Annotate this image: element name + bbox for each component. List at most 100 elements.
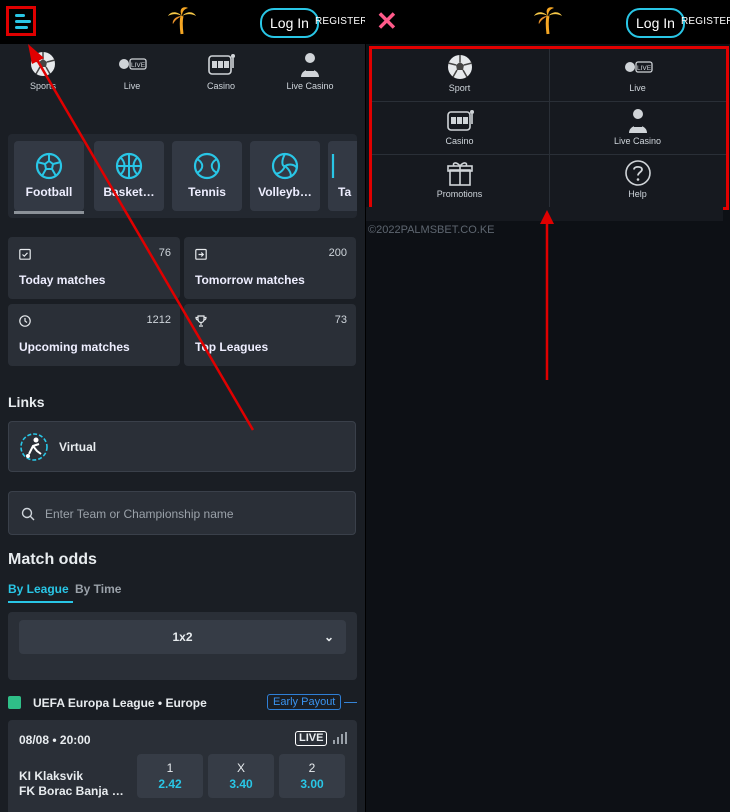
nav-live-casino[interactable]: Live Casino [275, 50, 345, 91]
menu-item-label: Live [629, 83, 646, 93]
soccer-ball-icon [30, 52, 56, 76]
match-datetime: 08/08 • 20:00 [19, 733, 91, 747]
register-link[interactable]: REGISTER [681, 16, 730, 27]
nav-sports[interactable]: Sports [8, 50, 78, 91]
odd-value: 2.42 [158, 777, 182, 791]
chevron-down-icon: ⌄ [323, 630, 334, 644]
menu-item-promotions[interactable]: Promotions [372, 155, 547, 207]
links-heading: Links [8, 394, 45, 410]
match-card[interactable]: 08/08 • 20:00 LIVE KI Klaksvik FK Borac … [8, 720, 357, 812]
menu-item-help[interactable]: Help [550, 155, 725, 207]
menu-item-sport[interactable]: Sport [372, 49, 547, 101]
odd-label: 2 [308, 761, 316, 775]
nav-label: Sports [29, 81, 56, 91]
football-icon [35, 152, 63, 180]
palm-logo-icon[interactable] [164, 4, 200, 40]
search-icon [21, 507, 35, 521]
tab-football[interactable]: Football [14, 141, 84, 214]
odd-button-away[interactable]: 2 3.00 [279, 754, 345, 798]
tab-by-time[interactable]: By Time [75, 582, 121, 596]
tomorrow-matches-card[interactable]: 200 Tomorrow matches [184, 237, 356, 299]
menu-item-label: Help [628, 189, 647, 199]
card-count: 1212 [146, 314, 171, 326]
login-button[interactable]: Log In [626, 8, 685, 38]
tab-label: Tennis [188, 185, 226, 199]
register-link[interactable]: REGISTER [315, 16, 365, 27]
menu-item-live-casino[interactable]: Live Casino [550, 102, 725, 154]
league-header[interactable]: UEFA Europa League • Europe Early Payout… [8, 694, 357, 712]
tab-label: Ta [338, 185, 352, 199]
nav-label: Live Casino [286, 81, 334, 91]
odd-button-home[interactable]: 1 2.42 [137, 754, 203, 798]
card-title: Today matches [19, 273, 106, 287]
nav-live[interactable]: LIVE Live [97, 50, 167, 91]
basketball-icon [115, 152, 143, 180]
menu-item-label: Live Casino [613, 136, 662, 146]
nav-casino[interactable]: Casino [186, 50, 256, 91]
copyright-footer: ©2022PALMSBET.CO.KE [368, 224, 495, 236]
dealer-icon [628, 109, 647, 133]
odd-label: X [236, 761, 245, 775]
virtual-link[interactable]: Virtual [8, 421, 356, 472]
menu-item-label: Casino [445, 136, 474, 146]
odd-value: 3.40 [229, 777, 253, 791]
login-button[interactable]: Log In [260, 8, 319, 38]
svg-text:LIVE: LIVE [131, 62, 146, 69]
card-title: Tomorrow matches [195, 273, 305, 287]
tab-tennis[interactable]: Tennis [172, 141, 242, 211]
market-select[interactable]: 1x2 ⌄ [19, 620, 346, 654]
live-icon: LIVE [119, 58, 147, 70]
volleyball-icon [271, 152, 299, 180]
svg-text:LIVE: LIVE [636, 65, 651, 72]
tab-table-tennis[interactable]: Ta [328, 141, 357, 211]
odd-label: 1 [166, 761, 174, 775]
tab-basketball[interactable]: Basket… [94, 141, 164, 211]
menu-item-casino[interactable]: Casino [372, 102, 547, 154]
odd-button-draw[interactable]: X 3.40 [208, 754, 274, 798]
palm-logo-icon[interactable] [530, 4, 566, 40]
virtual-label: Virtual [59, 440, 97, 454]
tab-volleyball[interactable]: Volleyb… [250, 141, 320, 211]
top-bar: Log In REGISTER [0, 0, 365, 44]
tab-label: Volleyb… [258, 185, 312, 199]
top-bar: ✕ Log In REGISTER [366, 0, 730, 44]
tab-by-league[interactable]: By League [8, 582, 73, 603]
tennis-ball-icon [193, 152, 221, 180]
sport-tabs: Football Basket… Tennis Volleyb… Ta [8, 134, 357, 218]
gift-icon [446, 162, 473, 186]
search-input[interactable] [43, 504, 337, 524]
card-title: Top Leagues [195, 340, 269, 354]
slot-machine-icon [208, 54, 235, 75]
side-menu-grid: Sport LIVE Live Casino Live Casino Promo… [369, 46, 729, 210]
dealer-icon [301, 53, 319, 77]
league-name: UEFA Europa League • Europe [33, 696, 207, 710]
right-screen: ✕ Log In REGISTER Sport LIVE Live Casino [366, 0, 730, 812]
tab-label: Football [25, 185, 73, 199]
menu-item-label: Sport [448, 83, 471, 93]
top-leagues-card[interactable]: 73 Top Leagues [184, 304, 356, 366]
table-tennis-icon [331, 154, 335, 178]
hamburger-menu-button[interactable] [6, 6, 36, 36]
main-nav: Sports LIVE Live Casino Live Casino [0, 44, 365, 100]
stats-bars-icon[interactable] [333, 732, 347, 744]
tab-label: Basket… [103, 185, 155, 199]
collapse-icon[interactable]: — [344, 694, 357, 709]
search-box[interactable] [8, 491, 356, 535]
card-title: Upcoming matches [19, 340, 130, 354]
nav-label: Live [123, 81, 141, 91]
menu-item-label: Promotions [436, 189, 483, 199]
left-screen: Log In REGISTER Sports LIVE Live Casino … [0, 0, 365, 812]
globe-icon [8, 696, 21, 709]
today-matches-card[interactable]: 76 Today matches [8, 237, 180, 299]
help-icon [624, 160, 651, 186]
virtual-sports-icon [20, 433, 48, 461]
nav-label: Casino [206, 81, 235, 91]
menu-item-live[interactable]: LIVE Live [550, 49, 725, 101]
card-count: 73 [334, 314, 347, 326]
upcoming-matches-card[interactable]: 1212 Upcoming matches [8, 304, 180, 366]
market-select-container: 1x2 ⌄ [8, 612, 357, 680]
close-icon[interactable]: ✕ [376, 8, 398, 34]
early-payout-badge: Early Payout [267, 694, 342, 710]
trophy-icon [195, 315, 207, 327]
live-badge: LIVE [295, 731, 328, 746]
